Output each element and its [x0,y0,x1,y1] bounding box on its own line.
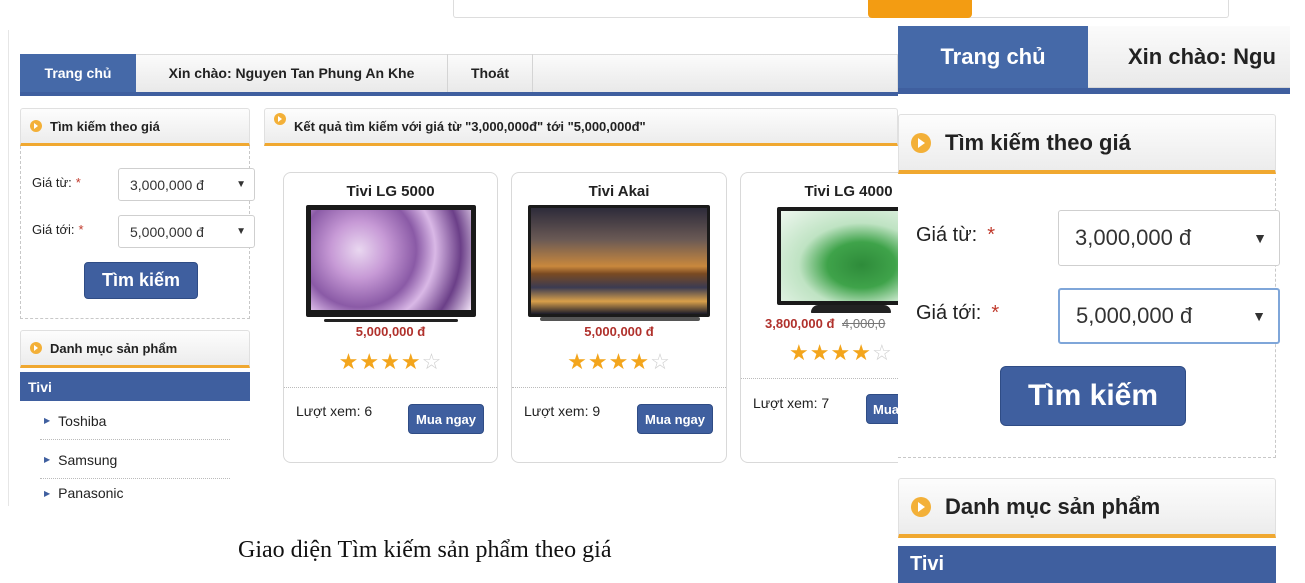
zoom-category-active-tivi[interactable]: Tivi [898,546,1276,583]
buy-now-button[interactable]: Mua ngay [637,404,713,434]
price-to-label: Giá tới: * [32,222,84,237]
product-image[interactable] [306,205,476,317]
triangle-right-icon: ▶ [44,455,51,464]
figure-caption: Giao diện Tìm kiếm sản phẩm theo giá [238,537,612,563]
divider [512,387,726,388]
zoom-price-from-label: Giá từ: * [916,224,995,246]
nav-greeting[interactable]: Xin chào: Nguyen Tan Phung An Khe [136,54,448,92]
bullet-arrow-icon [911,132,931,153]
rating-stars: ★★★★☆ [512,349,726,375]
tv-stand [324,319,458,322]
triangle-right-icon: ▶ [44,488,51,498]
star-icon: ★ [809,340,831,365]
zoom-inset: Trang chủ Xin chào: Ngu Tìm kiếm theo gi… [898,26,1290,583]
zoom-price-title: Tìm kiếm theo giá [945,129,1131,155]
top-search-button[interactable] [868,0,972,18]
zoom-category-title: Danh mục sản phẩm [945,493,1161,519]
buy-now-button[interactable]: Mua ngay [408,404,484,434]
star-icon: ★ [629,349,651,374]
chevron-down-icon: ▼ [236,226,246,237]
star-icon: ★ [359,349,381,374]
price-to-select[interactable]: 5,000,000 đ ▼ [118,215,255,248]
product-name: Tivi Akai [588,183,650,200]
results-header: Kết quả tìm kiếm với giá từ "3,000,000đ"… [264,108,898,146]
star-icon: ★ [789,340,810,365]
product-price-group: 3,800,000 đ 4,000,0 [765,316,885,331]
price-from-label: Giá từ: * [32,175,81,190]
star-icon: ★ [380,349,401,374]
star-icon: ★ [400,349,422,374]
category-item[interactable]: ▶ Samsung [40,441,230,479]
star-empty-icon: ☆ [650,349,671,374]
price-search-title: Tìm kiếm theo giá [50,118,160,134]
zoom-price-to-label: Giá tới: * [916,302,1000,324]
search-button[interactable]: Tìm kiếm [84,262,198,299]
view-count: Lượt xem: 6 [296,403,373,419]
category-active-tivi[interactable]: Tivi [20,372,250,401]
star-icon: ★ [567,349,588,374]
zoom-search-button[interactable]: Tìm kiếm [1000,366,1186,426]
bullet-arrow-icon [30,342,42,354]
category-item[interactable]: ▶ Panasonic [40,480,230,506]
category-title: Danh mục sản phẩm [50,340,178,356]
nav-home-tab[interactable]: Trang chủ [20,54,136,92]
star-icon: ★ [830,340,852,365]
product-card[interactable]: Tivi Akai 5,000,000 đ ★★★★☆ Lượt xem: 9 … [511,172,727,463]
rating-stars: ★★★★☆ [789,340,893,366]
star-icon: ★ [338,349,360,374]
zoom-price-header: Tìm kiếm theo giá [898,114,1276,174]
product-image[interactable] [528,205,710,317]
product-old-price: 4,000,0 [842,316,886,331]
category-header: Danh mục sản phẩm [20,330,250,368]
rating-stars: ★★★★☆ [284,349,497,375]
divider [741,378,898,379]
results-title: Kết quả tìm kiếm với giá từ "3,000,000đ"… [294,118,646,134]
price-search-header: Tìm kiếm theo giá [20,108,250,146]
triangle-right-icon: ▶ [44,416,51,425]
zoom-category-header: Danh mục sản phẩm [898,478,1276,538]
zoom-navbar-underline [898,88,1290,94]
buy-now-button[interactable]: Mua [866,394,898,424]
bullet-arrow-icon [911,496,931,517]
product-name: Tivi LG 5000 [346,183,435,200]
divider [284,387,497,388]
navbar-underline [20,92,898,96]
category-item[interactable]: ▶ Toshiba [40,402,230,440]
price-from-select[interactable]: 3,000,000 đ ▼ [118,168,255,201]
product-name: Tivi LG 4000 [804,183,893,200]
view-count: Lượt xem: 9 [524,403,601,419]
nav-logout[interactable]: Thoát [448,54,533,92]
zoom-nav-home-tab[interactable]: Trang chủ [898,26,1088,88]
tv-stand [811,305,891,313]
top-search-box[interactable] [453,0,1229,18]
product-price: 5,000,000 đ [584,324,654,339]
tv-stand [540,317,700,321]
zoom-price-from-select[interactable]: 3,000,000 đ ▼ [1058,210,1280,266]
screenshot-root: Trang chủ Xin chào: Nguyen Tan Phung An … [0,0,1305,583]
product-card[interactable]: Tivi LG 4000 3,800,000 đ 4,000,0 ★★★★☆ L… [740,172,898,463]
star-empty-icon: ☆ [421,349,443,374]
star-icon: ★ [608,349,630,374]
product-card[interactable]: Tivi LG 5000 5,000,000 đ ★★★★☆ Lượt xem:… [283,172,498,463]
chevron-down-icon: ▼ [236,179,246,190]
chevron-down-icon: ▼ [1252,308,1266,324]
bullet-arrow-icon [274,113,286,125]
product-price: 3,800,000 đ [765,316,835,331]
star-empty-icon: ☆ [871,340,893,365]
star-icon: ★ [851,340,872,365]
bullet-arrow-icon [30,120,42,132]
star-icon: ★ [587,349,609,374]
product-price: 5,000,000 đ [355,324,426,339]
view-count: Lượt xem: 7 [753,395,830,411]
zoom-price-to-select[interactable]: 5,000,000 đ ▼ [1058,288,1280,344]
chevron-down-icon: ▼ [1253,230,1267,246]
product-image[interactable] [777,207,898,305]
zoom-nav-greeting[interactable]: Xin chào: Ngu [1128,26,1276,88]
